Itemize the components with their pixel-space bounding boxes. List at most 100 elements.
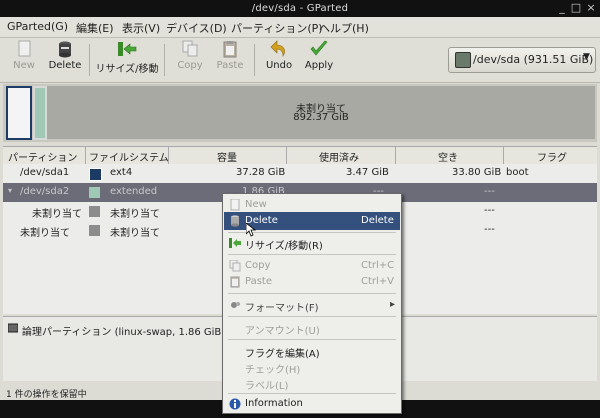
fs-color-swatch <box>89 206 100 217</box>
menu-separator <box>228 393 396 394</box>
new-icon <box>14 40 34 58</box>
disk-map-segment-sda2[interactable] <box>33 86 47 140</box>
info-icon <box>229 398 241 410</box>
delete-button[interactable]: Delete <box>45 40 85 78</box>
menu-separator <box>228 316 396 317</box>
menu-separator <box>228 293 396 294</box>
toolbar-separator <box>164 44 165 76</box>
column-header-filesystem[interactable]: ファイルシステム <box>89 149 169 164</box>
close-icon[interactable]: × <box>585 2 597 14</box>
chevron-down-icon: ▼ <box>583 52 590 62</box>
new-button-label: New <box>13 60 35 71</box>
paste-button[interactable]: Paste <box>212 40 248 78</box>
column-header-partition[interactable]: パーティション <box>8 149 77 164</box>
menu-item-accelerator: Delete <box>361 215 394 226</box>
menu-gparted[interactable]: GParted(G) <box>7 20 68 33</box>
menu-item-label: アンマウント(U) <box>245 326 320 337</box>
resize-icon <box>229 238 241 248</box>
menu-item-information[interactable]: Information <box>224 395 400 413</box>
menu-item-format[interactable]: フォーマット(F) ▸ <box>224 296 400 314</box>
cell-partition: 未割り当て <box>20 228 70 239</box>
copy-button-label: Copy <box>177 60 203 71</box>
copy-button[interactable]: Copy <box>172 40 208 78</box>
menu-device[interactable]: デバイス(D) <box>166 20 227 36</box>
copy-icon <box>229 260 241 272</box>
menu-item-label: リサイズ/移動(R) <box>245 241 323 252</box>
cell-size: 37.28 GiB <box>236 167 286 178</box>
copy-icon <box>180 40 200 58</box>
resize-move-label: リサイズ/移動 <box>95 64 159 75</box>
paste-button-label: Paste <box>216 60 244 71</box>
maximize-icon[interactable]: □ <box>570 2 582 14</box>
undo-icon <box>269 40 289 58</box>
undo-button-label: Undo <box>265 60 293 71</box>
menu-partition[interactable]: パーティション(P) <box>231 20 323 36</box>
menu-item-accelerator: Ctrl+V <box>361 276 395 287</box>
resize-move-button[interactable]: リサイズ/移動 <box>94 40 160 78</box>
apply-button[interactable]: Apply <box>302 40 336 78</box>
menu-item-accelerator: Ctrl+C <box>361 260 395 271</box>
harddisk-icon <box>455 52 471 68</box>
device-selector[interactable]: /dev/sda (931.51 GiB) ▼ <box>448 47 596 73</box>
menu-item-paste[interactable]: Paste Ctrl+V <box>224 273 400 291</box>
cell-filesystem: 未割り当て <box>110 228 160 239</box>
gparted-window: /dev/sda - GParted _ □ × GParted(G) 編集(E… <box>0 0 600 418</box>
window-title: /dev/sda - GParted <box>251 3 349 14</box>
disk-map-segment-sda1[interactable] <box>6 86 32 140</box>
harddisk-icon <box>8 323 18 333</box>
menu-item-label: Paste <box>245 276 272 287</box>
paste-icon <box>230 276 240 288</box>
resize-icon <box>117 40 137 58</box>
expander-arrow-icon[interactable]: ▾ <box>8 186 12 195</box>
cell-partition: /dev/sda1 <box>20 167 70 178</box>
title-bar: /dev/sda - GParted _ □ × <box>0 0 600 17</box>
menu-item-unmount[interactable]: アンマウント(U) <box>224 319 400 337</box>
delete-icon <box>231 215 239 227</box>
partition-table-header: パーティション ファイルシステム 容量 使用済み 空き フラグ <box>3 146 597 165</box>
submenu-arrow-icon: ▸ <box>390 299 396 310</box>
delete-icon <box>55 40 75 58</box>
menu-separator <box>228 254 396 255</box>
device-selector-label: /dev/sda (931.51 GiB) <box>473 53 594 66</box>
toolbar-separator <box>89 44 90 76</box>
menu-item-label: Information <box>245 398 303 409</box>
menu-item-label: フォーマット(F) <box>245 303 319 314</box>
fs-color-swatch <box>89 225 100 236</box>
minimize-icon[interactable]: _ <box>556 2 568 14</box>
menu-item-label: ラベル(L) <box>245 381 289 392</box>
apply-icon <box>309 40 329 58</box>
new-icon <box>230 199 240 211</box>
table-row[interactable]: /dev/sda1 ext4 37.28 GiB 3.47 GiB 33.80 … <box>3 164 597 183</box>
mouse-cursor-icon <box>246 223 256 237</box>
pending-operation-text: 論理パーティション (linux-swap, 1.86 GiB) を <box>22 327 239 338</box>
disk-map-segment-unallocated[interactable]: 未割り当て 892.37 GiB <box>47 86 595 139</box>
column-header-free[interactable]: 空き <box>438 149 458 164</box>
fs-color-swatch <box>89 187 100 198</box>
fs-color-swatch <box>89 168 102 181</box>
column-header-flags[interactable]: フラグ <box>537 149 567 164</box>
paste-icon <box>220 40 240 58</box>
menu-help[interactable]: ヘルプ(H) <box>319 20 369 36</box>
delete-button-label: Delete <box>48 60 82 71</box>
menu-edit[interactable]: 編集(E) <box>76 20 114 36</box>
undo-button[interactable]: Undo <box>262 40 296 78</box>
menu-bar: GParted(G) 編集(E) 表示(V) デバイス(D) パーティション(P… <box>0 17 600 38</box>
menu-item-label: Copy <box>245 260 271 271</box>
apply-button-label: Apply <box>304 60 334 71</box>
new-button[interactable]: New <box>6 40 42 78</box>
cell-free: 33.80 GiB <box>452 167 502 178</box>
cell-free: --- <box>484 224 495 235</box>
menu-item-label-partition[interactable]: ラベル(L) <box>224 374 400 392</box>
cell-used: 3.47 GiB <box>346 167 389 178</box>
column-header-size[interactable]: 容量 <box>217 149 237 164</box>
cell-filesystem: ext4 <box>110 167 133 178</box>
menu-view[interactable]: 表示(V) <box>122 20 160 36</box>
cell-free: --- <box>484 186 495 197</box>
toolbar-separator <box>254 44 255 76</box>
cell-filesystem: 未割り当て <box>110 209 160 220</box>
cell-partition: 未割り当て <box>32 209 82 220</box>
cell-free: --- <box>484 205 495 216</box>
format-icon <box>231 302 240 308</box>
column-header-used[interactable]: 使用済み <box>319 149 359 164</box>
cell-filesystem: extended <box>110 186 158 197</box>
